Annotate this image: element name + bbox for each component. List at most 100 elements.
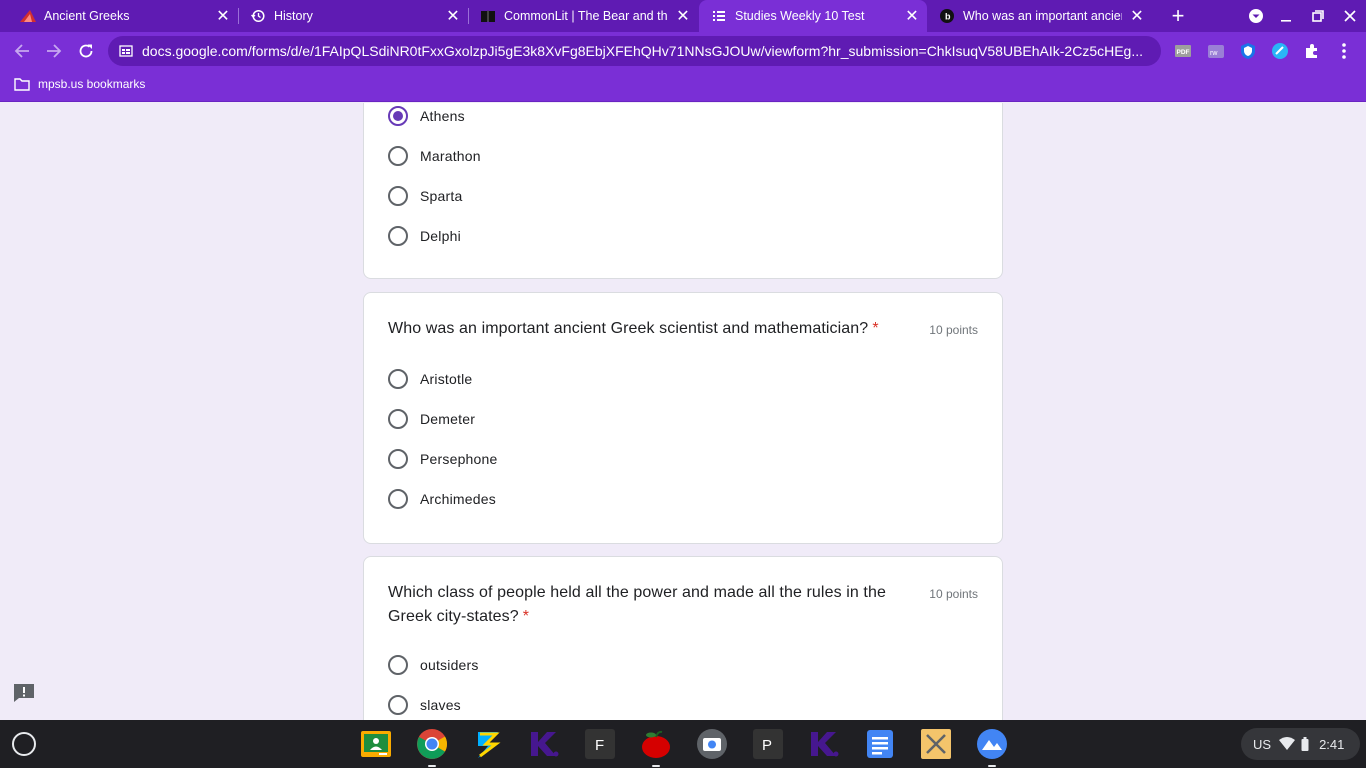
radio-button[interactable] <box>388 186 408 206</box>
question-text-line2: Greek city-states? <box>388 608 519 625</box>
puzzle-icon[interactable] <box>1303 42 1321 60</box>
gallery-icon[interactable] <box>976 728 1008 767</box>
tab-studies-weekly[interactable]: Studies Weekly 10 Test ✕ <box>699 0 927 32</box>
option-sparta[interactable]: Sparta <box>388 184 462 208</box>
history-icon <box>250 8 266 24</box>
feedback-icon[interactable] <box>13 683 35 703</box>
close-icon[interactable]: ✕ <box>903 7 921 25</box>
kahoot-icon[interactable] <box>528 728 560 760</box>
folder-icon <box>14 78 30 91</box>
radio-button[interactable] <box>388 106 408 126</box>
tab-brainly[interactable]: b Who was an important ancient Greek ✕ <box>927 0 1152 32</box>
reload-icon[interactable] <box>74 39 98 63</box>
kami-icon[interactable]: rw <box>1207 42 1225 60</box>
radio-button[interactable] <box>388 655 408 675</box>
required-asterisk: * <box>872 320 879 337</box>
option-athens[interactable]: Athens <box>388 104 465 128</box>
restore-icon[interactable] <box>1308 6 1328 26</box>
clock: 2:41 <box>1319 736 1345 752</box>
required-asterisk: * <box>522 608 530 625</box>
question-title: Which class of people held all the power… <box>388 581 908 629</box>
option-delphi[interactable]: Delphi <box>388 224 461 248</box>
option-label: Persephone <box>420 451 498 467</box>
minimize-icon[interactable] <box>1276 6 1296 26</box>
address-bar[interactable]: docs.google.com/forms/d/e/1FAIpQLSdiNR0t… <box>108 36 1161 66</box>
p-app-icon[interactable]: P <box>752 728 784 760</box>
svg-text:F: F <box>595 737 604 754</box>
back-arrow-icon[interactable] <box>10 39 34 63</box>
docs-icon[interactable] <box>864 728 896 760</box>
question-title: Who was an important ancient Greek scien… <box>388 317 879 341</box>
bookmarks-bar: mpsb.us bookmarks <box>0 70 1366 102</box>
tab-strip: Ancient Greeks ✕ History ✕ CommonLit | T… <box>0 0 1366 32</box>
option-slaves[interactable]: slaves <box>388 693 461 717</box>
running-indicator <box>428 765 436 767</box>
option-label: slaves <box>420 697 461 713</box>
radio-button[interactable] <box>388 226 408 246</box>
x-app-icon[interactable] <box>920 728 952 760</box>
radio-button[interactable] <box>388 449 408 469</box>
close-window-icon[interactable] <box>1340 6 1360 26</box>
classroom-icon[interactable] <box>360 728 392 760</box>
option-label: Demeter <box>420 411 476 427</box>
svg-text:b: b <box>945 12 951 22</box>
tab-commonlit[interactable]: CommonLit | The Bear and the Bee ✕ <box>460 0 698 32</box>
radio-button[interactable] <box>388 489 408 509</box>
question-text-line1: Which class of people held all the power… <box>388 584 886 601</box>
camera-icon[interactable] <box>696 728 728 760</box>
question-card-scientist: Who was an important ancient Greek scien… <box>363 292 1003 544</box>
running-indicator <box>652 765 660 767</box>
launcher-icon[interactable] <box>12 732 36 756</box>
tab-title: Who was an important ancient Greek <box>963 9 1122 23</box>
option-label: Sparta <box>420 188 463 204</box>
ime-indicator: US <box>1253 736 1272 752</box>
close-icon[interactable]: ✕ <box>674 7 692 25</box>
tab-title: History <box>274 9 313 23</box>
new-tab-button[interactable]: + <box>1166 3 1190 28</box>
svg-text:PDF: PDF <box>1177 49 1190 56</box>
option-label: outsiders <box>420 657 479 673</box>
tab-history[interactable]: History ✕ <box>230 0 468 32</box>
radio-button[interactable] <box>388 409 408 429</box>
radio-button[interactable] <box>388 369 408 389</box>
battery-icon <box>1301 737 1309 751</box>
apple-icon[interactable] <box>640 728 672 767</box>
speedometer-icon[interactable] <box>1271 42 1289 60</box>
f-app-icon[interactable]: F <box>584 728 616 760</box>
option-label: Delphi <box>420 228 461 244</box>
running-indicator <box>988 765 996 767</box>
status-tray[interactable]: US 2:41 <box>1241 728 1360 760</box>
bookmark-folder[interactable]: mpsb.us bookmarks <box>14 77 145 91</box>
site-info-icon[interactable] <box>118 43 134 59</box>
question-card-ruling-class: Which class of people held all the power… <box>363 556 1003 720</box>
forms-icon <box>711 8 727 24</box>
os-shelf: F P US 2:41 <box>0 720 1366 768</box>
kahoot-icon-2[interactable] <box>808 728 840 760</box>
question-points: 10 points <box>929 323 978 337</box>
tab-title: CommonLit | The Bear and the Bee <box>504 9 668 23</box>
option-label: Aristotle <box>420 371 473 387</box>
menu-dots-icon[interactable] <box>1335 42 1353 60</box>
option-aristotle[interactable]: Aristotle <box>388 367 472 391</box>
zulu-icon[interactable] <box>472 728 504 760</box>
option-marathon[interactable]: Marathon <box>388 144 481 168</box>
shield-icon[interactable] <box>1239 42 1257 60</box>
bookmark-folder-label: mpsb.us bookmarks <box>38 77 146 91</box>
option-label: Archimedes <box>420 491 496 507</box>
tab-search-icon[interactable] <box>1246 6 1266 26</box>
option-outsiders[interactable]: outsiders <box>388 653 479 677</box>
option-archimedes[interactable]: Archimedes <box>388 487 496 511</box>
option-demeter[interactable]: Demeter <box>388 407 475 431</box>
pdf-icon[interactable]: PDF <box>1174 42 1192 60</box>
question-card-partial: Athens Marathon Sparta Delphi <box>363 103 1003 279</box>
tab-title: Studies Weekly 10 Test <box>735 9 865 23</box>
forward-arrow-icon[interactable] <box>42 39 66 63</box>
brainly-icon: b <box>939 8 955 24</box>
close-icon[interactable]: ✕ <box>1128 7 1146 25</box>
red-wedge-icon <box>20 8 36 24</box>
radio-button[interactable] <box>388 146 408 166</box>
chrome-icon[interactable] <box>416 728 448 767</box>
radio-button[interactable] <box>388 695 408 715</box>
option-persephone[interactable]: Persephone <box>388 447 498 471</box>
tab-ancient-greeks[interactable]: Ancient Greeks ✕ <box>0 0 238 32</box>
